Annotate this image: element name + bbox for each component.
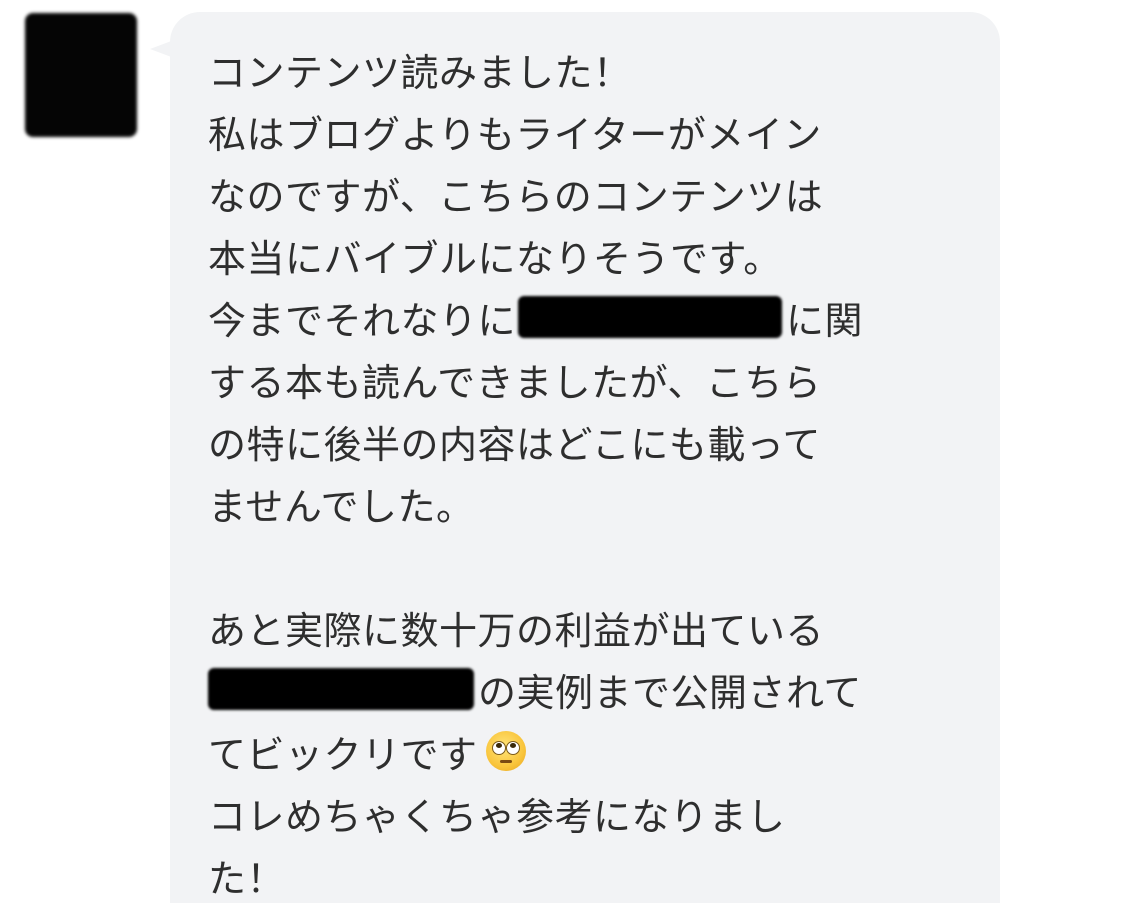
message-line-text: ませんでした。 (208, 484, 475, 529)
chat-screen: コンテンツ読みました！ 私はブログよりもライターがメイン なのですが、こちらのコ… (0, 0, 1125, 903)
message-line-text: コレめちゃくちゃ参考になりまし (208, 794, 786, 839)
message-line: 本当にバイブルになりそうです。 (208, 224, 948, 286)
message-line: の実例まで公開されて (208, 658, 948, 720)
message-line-text: てビックリです (208, 732, 478, 777)
message-line-text: に関 (786, 298, 864, 343)
message-line: 私はブログよりもライターがメイン (208, 100, 948, 162)
message-line: なのですが、こちらのコンテンツは (208, 162, 948, 224)
message-line: の特に後半の内容はどこにも載って (208, 410, 948, 472)
emoji-eye-left (491, 741, 506, 755)
message-line: た！ (208, 844, 948, 903)
message-line-text: なのですが、こちらのコンテンツは (208, 174, 824, 219)
message-line: する本も読んできましたが、こちら (208, 348, 948, 410)
face-with-rolling-eyes-icon (485, 731, 526, 771)
message-line: ませんでした。 (208, 472, 948, 534)
avatar[interactable] (25, 13, 137, 137)
message-line-text: あと実際に数十万の利益が出ている (208, 608, 825, 653)
message-line: 今までそれなりに に関 (208, 286, 948, 348)
message-line-text: 本当にバイブルになりそうです。 (208, 236, 782, 281)
message-line-text: の実例まで公開されて (478, 670, 862, 715)
message-line: コンテンツ読みました！ (208, 38, 948, 100)
message-text: コンテンツ読みました！ 私はブログよりもライターがメイン なのですが、こちらのコ… (208, 38, 948, 903)
message-line-text: た！ (208, 856, 286, 901)
emoji-eye-right (505, 741, 520, 755)
redacted-text (518, 296, 783, 338)
message-line: てビックリです (208, 720, 948, 782)
message-line-text: コンテンツ読みました！ (208, 50, 632, 95)
message-line-text: する本も読んできましたが、こちら (208, 360, 822, 405)
message-line-text: 今までそれなりに (208, 298, 517, 343)
message-line-text: の特に後半の内容はどこにも載って (208, 422, 821, 467)
message-line: あと実際に数十万の利益が出ている (208, 596, 948, 658)
emoji-mouth (499, 760, 512, 763)
message-line-text: 私はブログよりもライターがメイン (208, 112, 822, 157)
redacted-text (208, 668, 474, 710)
message-line: コレめちゃくちゃ参考になりまし (208, 782, 948, 844)
